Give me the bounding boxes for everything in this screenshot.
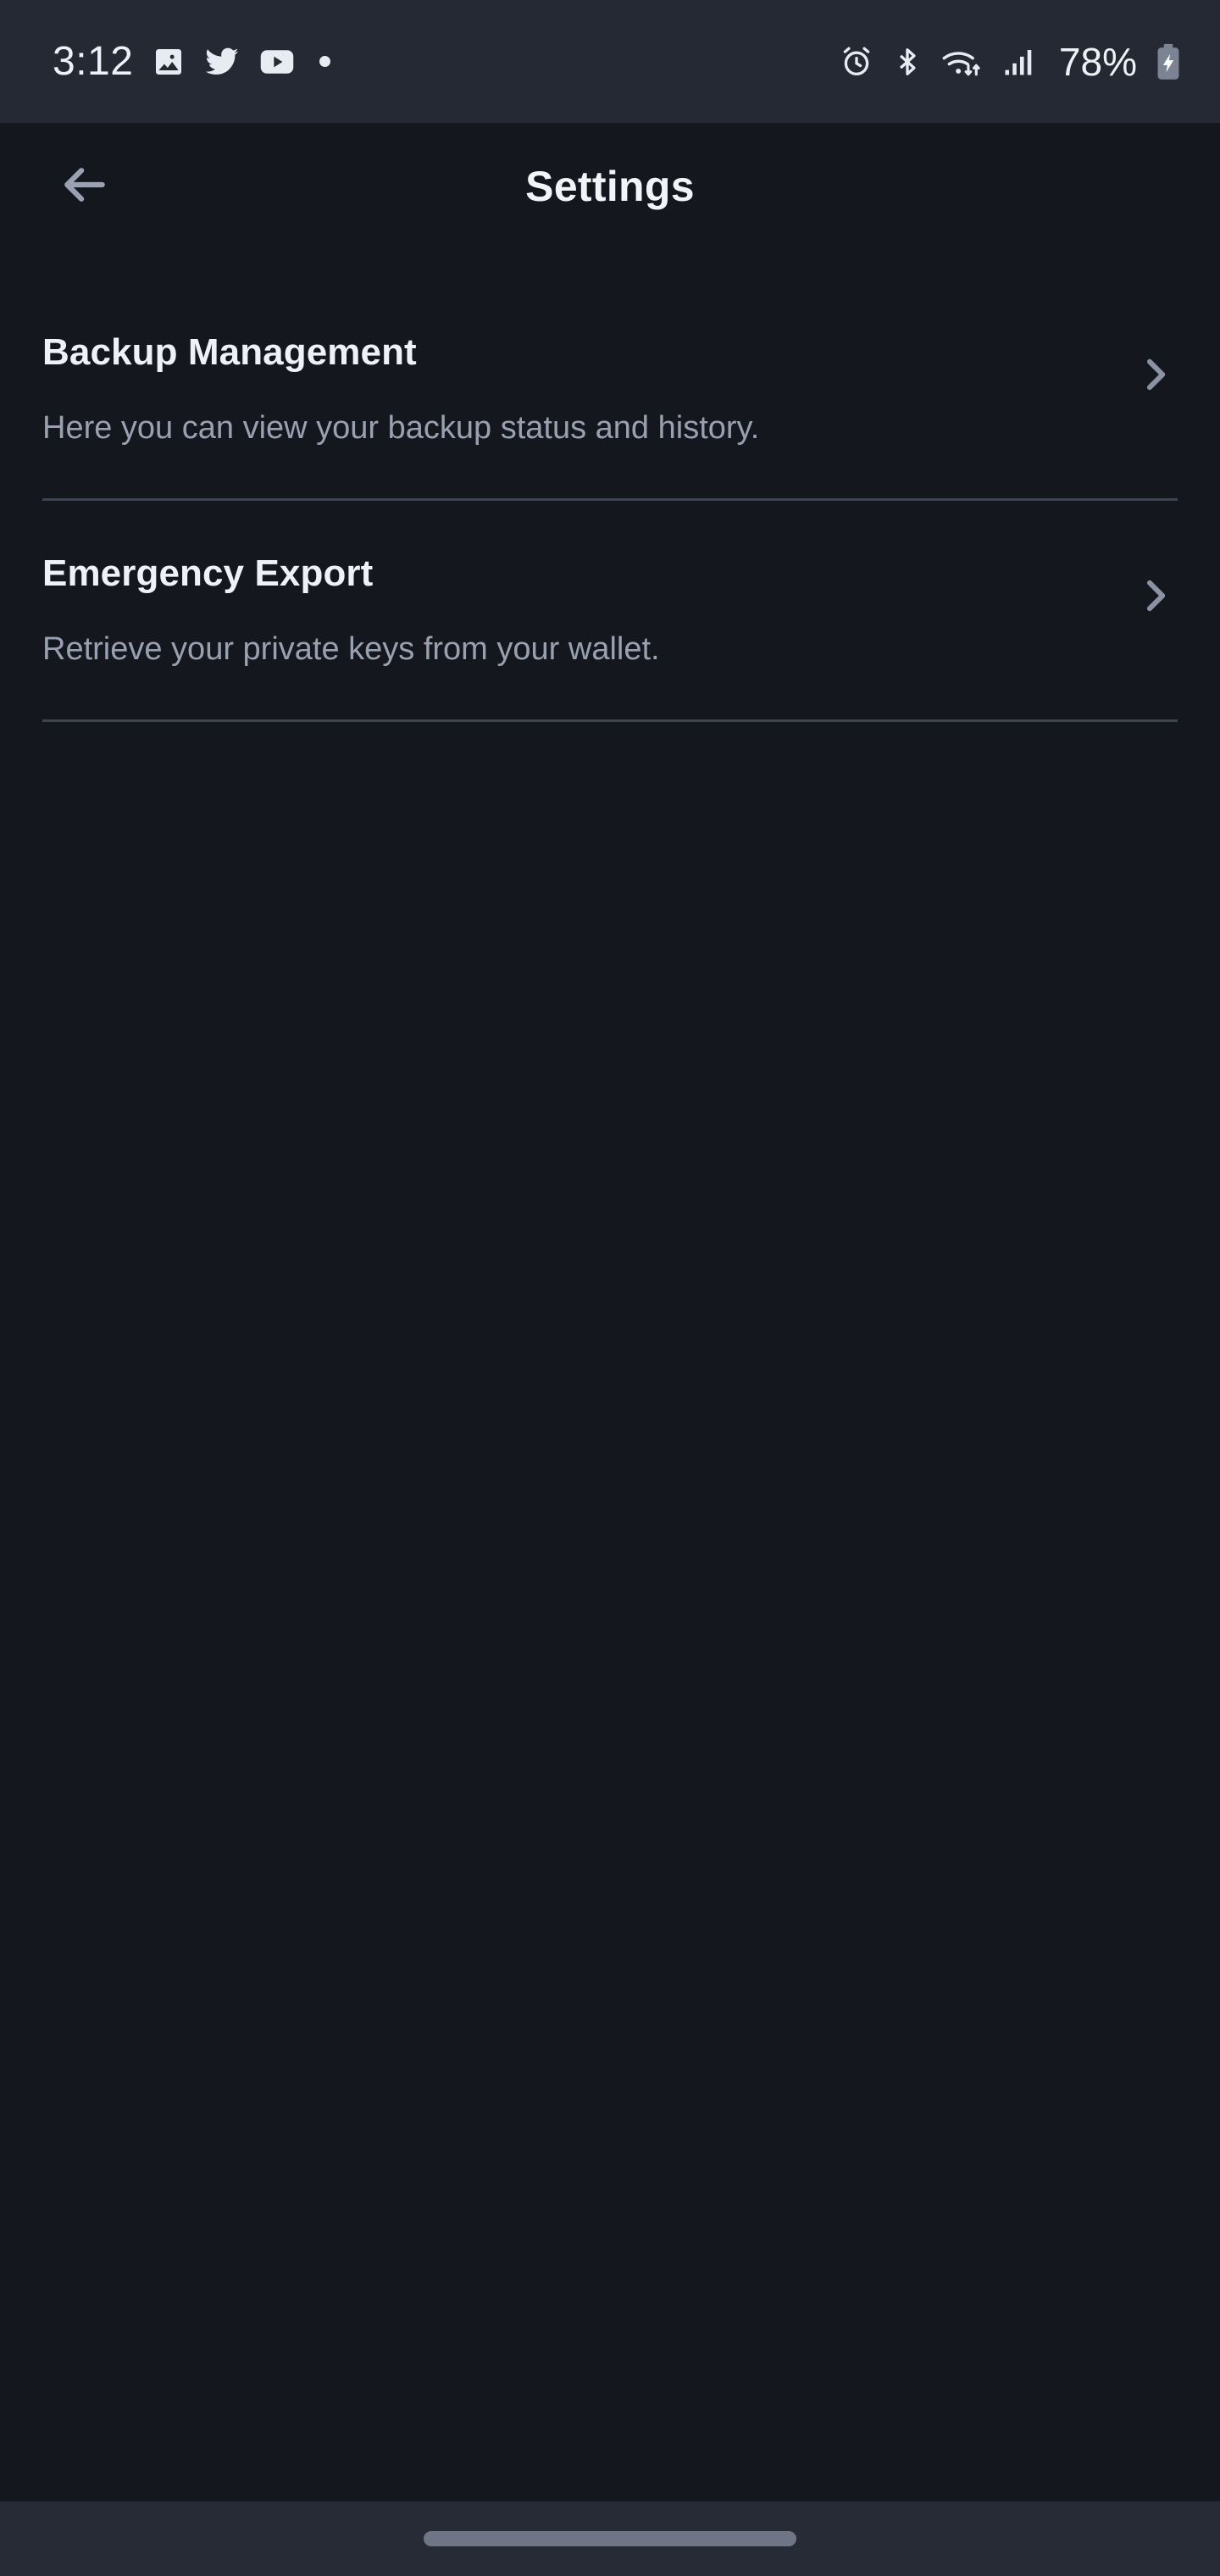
chevron-right-icon[interactable] xyxy=(1139,570,1173,621)
twitter-icon xyxy=(204,44,240,80)
settings-list: Backup Management Here you can view your… xyxy=(0,280,1220,723)
bluetooth-icon xyxy=(891,44,923,80)
photo-icon xyxy=(152,45,186,79)
battery-percentage: 78% xyxy=(1058,39,1137,84)
youtube-icon xyxy=(258,43,296,80)
navigation-bar xyxy=(0,2501,1220,2576)
status-time: 3:12 xyxy=(53,38,134,84)
cellular-signal-icon xyxy=(1001,44,1039,80)
app-header: Settings xyxy=(0,123,1220,250)
settings-row-emergency-export[interactable]: Emergency Export Retrieve your private k… xyxy=(0,501,1220,723)
settings-row-title: Emergency Export xyxy=(42,552,374,595)
page-title: Settings xyxy=(525,163,695,210)
status-bar-left: 3:12 xyxy=(53,38,331,84)
row-divider xyxy=(42,719,1178,723)
notification-dot-icon xyxy=(319,56,331,67)
settings-row-backup-management[interactable]: Backup Management Here you can view your… xyxy=(0,280,1220,502)
alarm-icon xyxy=(839,44,874,80)
wifi-icon xyxy=(940,44,984,80)
status-bar: 3:12 78% xyxy=(0,0,1220,123)
settings-row-description: Here you can view your backup status and… xyxy=(42,410,760,447)
phone-screen: 3:12 78% Settings Backup Management Here… xyxy=(0,0,1220,2576)
settings-row-title: Backup Management xyxy=(42,331,417,373)
status-bar-right: 78% xyxy=(839,42,1183,81)
gesture-handle[interactable] xyxy=(424,2531,796,2546)
battery-charging-icon xyxy=(1154,42,1183,81)
settings-row-description: Retrieve your private keys from your wal… xyxy=(42,631,660,668)
chevron-right-icon[interactable] xyxy=(1139,349,1173,400)
